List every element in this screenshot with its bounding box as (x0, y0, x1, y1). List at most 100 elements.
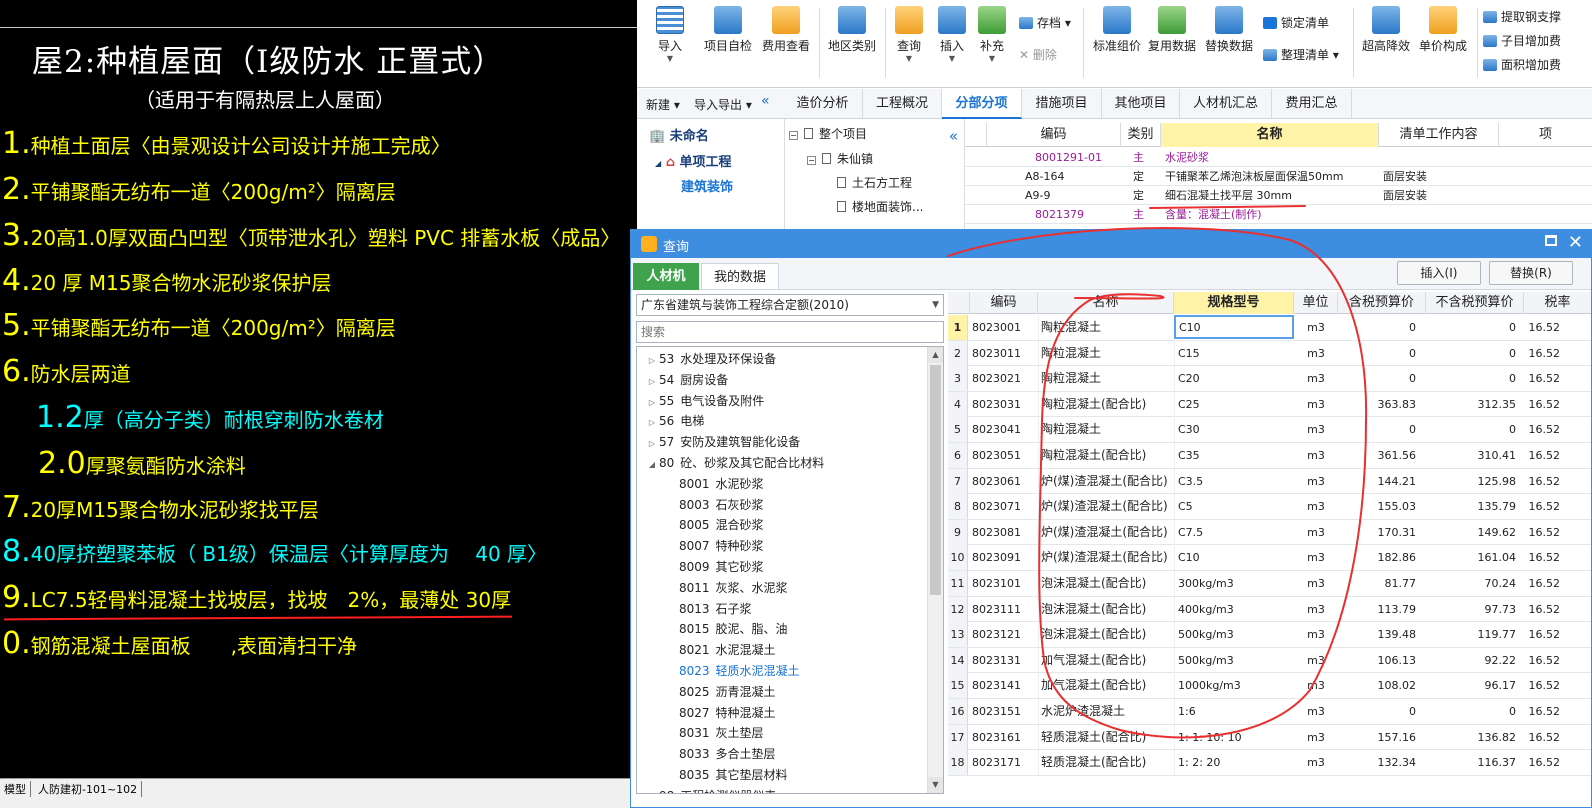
import-button[interactable]: 导入 ▼ (641, 4, 699, 63)
table-row[interactable]: 13 8023121 泡沫混凝土(配合比) 500kg/m3 m3 139.48 119.7… (948, 622, 1591, 648)
project-check-button[interactable]: 项目自检 (699, 4, 757, 54)
category-item[interactable]: 8007 特种砂浆 (665, 536, 943, 556)
tab-other-items[interactable]: 其他项目 (1102, 89, 1180, 119)
table-row[interactable]: 17 8023161 轻质混凝土(配合比) 1: 1: 10: 10 m3 157.16 1… (948, 724, 1591, 751)
category-item[interactable]: 8013 石子浆 (665, 599, 943, 619)
header-work-content[interactable]: 清单工作内容 (1379, 123, 1499, 147)
category-item[interactable]: ▷ 57 安防及建筑智能化设备 (645, 432, 935, 452)
cad-drawing-panel[interactable]: 屋2:种植屋面（Ⅰ级防水 正置式） （适用于有隔热层上人屋面） 1.种植土面层〈… (0, 0, 637, 808)
tree-floor-decoration[interactable]: 楼地面装饰... (837, 198, 923, 215)
category-item[interactable]: 8035 其它垫层材料 (665, 765, 943, 785)
scroll-down-icon[interactable]: ▼ (928, 777, 943, 793)
insert-dialog-button[interactable]: 插入(I) (1397, 261, 1481, 285)
grid-row[interactable]: A9-9 定 细石混凝土找平层 30mm 面层安装 (965, 186, 1592, 205)
table-row[interactable]: 16 8023151 水泥炉渣混凝土 1:6 m3 0 0 16.52 (948, 699, 1591, 725)
collapse-icon[interactable]: « (761, 93, 770, 109)
tab-project-overview[interactable]: 工程概况 (863, 89, 942, 119)
sort-list-button[interactable]: 整理清单 ▾ (1263, 46, 1339, 63)
tab-cost-analysis[interactable]: 造价分析 (783, 89, 863, 119)
cad-tab-model[interactable]: 模型 (0, 781, 31, 797)
header-type[interactable]: 类别 (1121, 123, 1161, 147)
category-item[interactable]: ▷98 工程检测仪器仪表 (645, 786, 935, 794)
dialog-titlebar[interactable]: 查询 ✕ (631, 230, 1591, 258)
replace-dialog-button[interactable]: 替换(R) (1489, 261, 1573, 285)
unit-price-button[interactable]: 单价构成 (1414, 4, 1472, 54)
category-item[interactable]: ▷ 53 水处理及环保设备 (645, 349, 935, 369)
category-item[interactable]: 8025 沥青混凝土 (665, 682, 943, 702)
table-row[interactable]: 3 8023021 陶粒混凝土 C20 m3 0 0 16.52 (948, 366, 1591, 392)
search-input[interactable] (636, 321, 944, 343)
table-row[interactable]: 5 8023041 陶粒混凝土 C30 m3 0 0 16.52 (948, 417, 1591, 443)
import-export-menu[interactable]: 导入导出 ▾ (694, 96, 752, 113)
delete-button[interactable]: ✕ 删除 (1019, 46, 1057, 63)
header-code[interactable]: 编码 (987, 123, 1121, 147)
collapsed-arrow-icon[interactable]: ▷ (645, 372, 659, 392)
region-type-button[interactable]: 地区类别 (823, 4, 881, 54)
supplement-button[interactable]: 补充 ▼ (965, 4, 1019, 63)
grid-row[interactable]: A8-164 定 干铺聚苯乙烯泡沫板屋面保温50mm 面层安装 (965, 167, 1592, 186)
close-icon[interactable]: ✕ (1568, 232, 1583, 253)
tree-single-project[interactable]: ◢ ⌂ 单项工程 (655, 151, 732, 170)
tab-labor-material-summary[interactable]: 人材机汇总 (1180, 89, 1272, 119)
table-row[interactable]: 7 8023061 炉(煤)渣混凝土(配合比) C3.5 m3 144.21 125.98 1… (948, 468, 1591, 495)
lock-list-button[interactable]: 锁定清单 (1263, 14, 1329, 31)
category-item[interactable]: 8009 其它砂浆 (665, 557, 943, 577)
replace-data-button[interactable]: 替换数据 (1200, 4, 1258, 54)
grid-row[interactable]: 8001291-01 主 水泥砂浆 (965, 148, 1592, 167)
table-row[interactable]: 8 8023071 炉(煤)渣混凝土(配合比) C5 m3 155.03 135.79 16.… (948, 494, 1591, 520)
tab-fee-summary[interactable]: 费用汇总 (1272, 89, 1352, 119)
category-item[interactable]: 8003 石灰砂浆 (665, 495, 943, 515)
reuse-data-button[interactable]: 复用数据 (1143, 4, 1201, 54)
tab-labor-material[interactable]: 人材机 (633, 263, 699, 290)
height-reduction-button[interactable]: 超高降效 (1357, 4, 1415, 54)
table-row[interactable]: 18 8023171 轻质混凝土(配合比) 1: 2: 20 m3 132.34 116.3… (948, 750, 1591, 776)
category-item[interactable]: 8021 水泥混凝土 (665, 640, 943, 660)
area-fee-button[interactable]: 面积增加费 (1483, 56, 1561, 73)
table-row[interactable]: 10 8023091 炉(煤)渣混凝土(配合比) C10 m3 182.86 161.04 1… (948, 545, 1591, 571)
table-row[interactable]: 4 8023031 陶粒混凝土(配合比) C25 m3 363.83 312.35 16.52 (948, 391, 1591, 418)
tab-subitems[interactable]: 分部分项 (942, 89, 1022, 119)
table-row[interactable]: 15 8023141 加气混凝土(配合比) 1000kg/m3 m3 108.02 96.1… (948, 673, 1591, 699)
library-select[interactable]: 广东省建筑与装饰工程综合定额(2010) ▼ (636, 294, 944, 316)
category-item[interactable]: 8015 胶泥、脂、油 (665, 619, 943, 639)
category-item[interactable]: 8011 灰浆、水泥浆 (665, 578, 943, 598)
category-item[interactable]: ▷ 55 电气设备及附件 (645, 391, 935, 411)
tree-earthwork[interactable]: 土石方工程 (837, 174, 912, 191)
table-row[interactable]: 2 8023011 陶粒混凝土 C15 m3 0 0 16.52 (948, 340, 1591, 367)
category-item[interactable]: 8001 水泥砂浆 (665, 474, 943, 494)
tree-zhuxianzhen[interactable]: − 朱仙镇 (807, 150, 873, 167)
tab-my-data[interactable]: 我的数据 (701, 263, 779, 290)
table-row[interactable]: 11 8023101 泡沫混凝土(配合比) 300kg/m3 m3 81.77 70.24 1… (948, 571, 1591, 597)
collapsed-arrow-icon[interactable]: ▷ (645, 434, 659, 454)
category-item[interactable]: 8023 轻质水泥混凝土 (665, 661, 943, 681)
collapsed-arrow-icon[interactable]: ▷ (645, 351, 659, 371)
table-row[interactable]: 12 8023111 泡沫混凝土(配合比) 400kg/m3 m3 113.79 97.73… (948, 596, 1591, 623)
collapse-panel-icon[interactable]: « (949, 127, 958, 145)
table-row[interactable]: 9 8023081 炉(煤)渣混凝土(配合比) C7.5 m3 170.31 149.62 1… (948, 519, 1591, 546)
table-row[interactable]: 6 8023051 陶粒混凝土(配合比) C35 m3 361.56 310.41 16.52 (948, 443, 1591, 469)
col-tax-price[interactable]: 含税预算价 (1338, 292, 1426, 314)
col-spec[interactable]: 规格型号 (1174, 292, 1294, 314)
table-row[interactable]: 14 8023131 加气混凝土(配合比) 500kg/m3 m3 106.13 92.22… (948, 647, 1591, 674)
sub-item-fee-button[interactable]: 子目增加费 (1483, 32, 1561, 49)
maximize-icon[interactable] (1545, 235, 1557, 246)
cad-tab-layout[interactable]: 人防建初-101~102 (34, 781, 143, 797)
category-item[interactable]: ▷ 54 厨房设备 (645, 370, 935, 390)
collapsed-arrow-icon[interactable]: ▷ (645, 393, 659, 413)
category-scrollbar[interactable]: ▲ ▼ (927, 347, 943, 793)
category-item[interactable]: 8031 灰土垫层 (665, 723, 943, 743)
col-tax-rate[interactable]: 税率 (1524, 292, 1591, 314)
col-notax-price[interactable]: 不含税预算价 (1426, 292, 1524, 314)
standard-pricing-button[interactable]: 标准组价 (1088, 4, 1146, 54)
header-name[interactable]: 名称 (1161, 123, 1379, 147)
category-item[interactable]: 8033 多合土垫层 (665, 744, 943, 764)
category-item[interactable]: ◢ 80 砼、砂浆及其它配合比材料 (645, 453, 935, 473)
table-row[interactable]: 1 8023001 陶粒混凝土 C10 m3 0 0 16.52 (948, 315, 1591, 341)
tab-measures[interactable]: 措施项目 (1022, 89, 1102, 119)
fee-view-button[interactable]: 费用查看 (757, 4, 815, 54)
tree-root[interactable]: 🏢 未命名 (649, 125, 709, 144)
collapsed-arrow-icon[interactable]: ▷ (645, 788, 659, 794)
col-unit[interactable]: 单位 (1294, 292, 1338, 314)
category-item[interactable]: ▷ 56 电梯 (645, 411, 935, 431)
tree-building-decoration[interactable]: 建筑装饰 (681, 176, 733, 195)
